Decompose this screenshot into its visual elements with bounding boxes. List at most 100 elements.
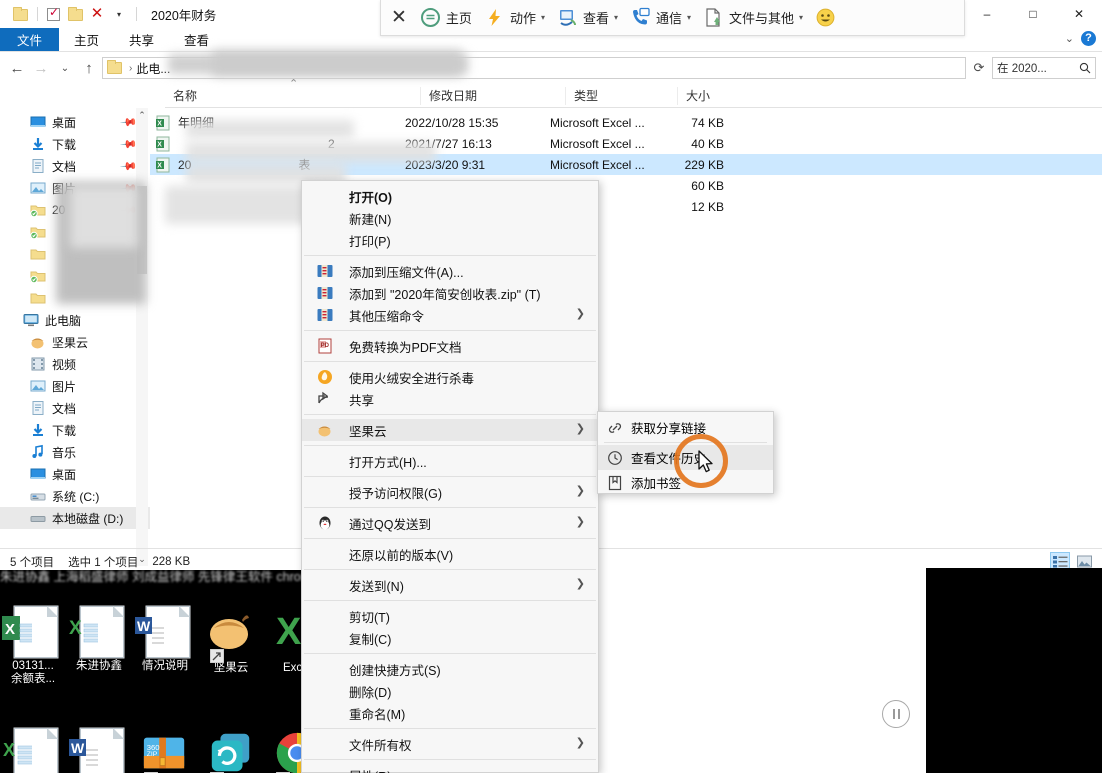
- sidebar-item-folder-1[interactable]: [0, 243, 150, 265]
- submenu-item-get-share-link[interactable]: 获取分享链接: [598, 415, 773, 440]
- nav-pane-scrollbar[interactable]: ⌃ ⌄: [136, 108, 148, 566]
- menu-item-rename[interactable]: 重命名(M): [302, 702, 598, 724]
- chevron-down-icon[interactable]: ▾: [799, 13, 803, 22]
- menu-item-copy[interactable]: 复制(C): [302, 627, 598, 649]
- menu-item-convert-to-pdf[interactable]: PD 免费转换为PDF文档: [302, 335, 598, 357]
- sidebar-item-pictures-2[interactable]: 图片: [0, 375, 150, 397]
- sidebar-item-this-pc[interactable]: 此电脑: [0, 309, 150, 331]
- breadcrumb-segment[interactable]: 此电...: [136, 60, 170, 77]
- breadcrumb[interactable]: › 此电...: [102, 57, 966, 79]
- sidebar-item-pictures[interactable]: 图片 📌: [0, 177, 150, 199]
- tab-file[interactable]: 文件: [0, 28, 60, 51]
- folder-icon: [30, 290, 46, 306]
- table-row[interactable]: X 年明细 2022/10/28 15:35 Microsoft Excel .…: [150, 112, 1102, 133]
- toolbar-files-button[interactable]: 文件与其他 ▾: [698, 5, 808, 31]
- column-header-date[interactable]: 修改日期: [420, 86, 565, 105]
- sidebar-item-nutstore[interactable]: 坚果云: [0, 331, 150, 353]
- folder-icon[interactable]: [65, 4, 85, 24]
- sidebar-item-downloads-2[interactable]: 下载: [0, 419, 150, 441]
- pause-button[interactable]: [882, 700, 910, 728]
- sidebar-item-desktop[interactable]: 桌面 📌: [0, 111, 150, 133]
- recent-locations-icon[interactable]: ⌄: [54, 63, 76, 74]
- chevron-down-icon[interactable]: ▾: [614, 13, 618, 22]
- table-row[interactable]: Excel ... 12 KB: [150, 196, 1102, 217]
- menu-item-restore-previous-versions[interactable]: 还原以前的版本(V): [302, 543, 598, 565]
- help-icon[interactable]: ?: [1081, 31, 1096, 46]
- back-button[interactable]: ←: [6, 60, 28, 77]
- checkbox-icon[interactable]: [43, 4, 63, 24]
- collapse-ribbon-icon[interactable]: ⌄: [1065, 32, 1074, 45]
- toolbar-home-button[interactable]: 主页: [415, 5, 477, 31]
- sidebar-item-drive-d[interactable]: 本地磁盘 (D:): [0, 507, 150, 529]
- menu-item-add-to-archive[interactable]: 添加到压缩文件(A)...: [302, 260, 598, 282]
- toolbar-communication-button[interactable]: 通信 ▾: [625, 5, 696, 31]
- menu-item-grant-access[interactable]: 授予访问权限(G) ❯: [302, 481, 598, 503]
- search-input[interactable]: 在 2020...: [992, 57, 1096, 79]
- tab-share[interactable]: 共享: [114, 28, 169, 51]
- minimize-button[interactable]: –: [964, 0, 1010, 28]
- menu-item-send-to[interactable]: 发送到(N) ❯: [302, 574, 598, 596]
- menu-item-nutstore[interactable]: 坚果云 ❯: [302, 419, 598, 441]
- desktop-icon-backup[interactable]: 轻松备份专业: [198, 722, 264, 773]
- desktop-icon-excel-1[interactable]: X 03131... 余额表...: [0, 600, 66, 686]
- menu-item-delete[interactable]: 删除(D): [302, 680, 598, 702]
- menu-separator: [304, 476, 596, 477]
- menu-item-open[interactable]: 打开(O): [302, 185, 598, 207]
- sidebar-item-folder-sync-1[interactable]: 20 📌: [0, 199, 150, 221]
- desktop-icon-360zip[interactable]: 360 ZIP 360压缩: [132, 722, 198, 773]
- sidebar-item-music[interactable]: 音乐: [0, 441, 150, 463]
- desktop-icon-word-2[interactable]: W 2020.1-6月: [66, 722, 132, 773]
- menu-item-huorong-scan[interactable]: 使用火绒安全进行杀毒: [302, 366, 598, 388]
- chevron-down-icon[interactable]: ▾: [109, 4, 129, 24]
- sidebar-item-folder-sync-2[interactable]: [0, 221, 150, 243]
- tab-home[interactable]: 主页: [59, 28, 114, 51]
- menu-item-new[interactable]: 新建(N): [302, 207, 598, 229]
- desktop-icon-nutstore[interactable]: 坚果云: [198, 600, 264, 686]
- menu-item-properties[interactable]: 属性(R): [302, 764, 598, 773]
- maximize-button[interactable]: □: [1010, 0, 1056, 28]
- file-size: 12 KB: [691, 199, 724, 214]
- menu-item-create-shortcut[interactable]: 创建快捷方式(S): [302, 658, 598, 680]
- desktop-icon-word-1[interactable]: W 情况说明: [132, 600, 198, 686]
- menu-item-share[interactable]: 共享: [302, 388, 598, 410]
- toolbar-emoji-button[interactable]: [810, 5, 842, 31]
- desktop-icon-excel-2[interactable]: X 朱进协鑫: [66, 600, 132, 686]
- table-row[interactable]: X 2 2021/7/27 16:13 Microsoft Excel ... …: [150, 133, 1102, 154]
- column-header-type[interactable]: 类型: [565, 86, 677, 105]
- sidebar-item-drive-c[interactable]: 系统 (C:): [0, 485, 150, 507]
- close-toolbar-icon[interactable]: ✕: [391, 6, 407, 29]
- sidebar-item-videos[interactable]: 视频: [0, 353, 150, 375]
- folder-icon[interactable]: [10, 4, 30, 24]
- table-row[interactable]: Excel ... 60 KB: [150, 175, 1102, 196]
- refresh-button[interactable]: ⟳: [968, 60, 990, 76]
- chevron-down-icon[interactable]: ▾: [541, 13, 545, 22]
- sidebar-item-desktop-2[interactable]: 桌面: [0, 463, 150, 485]
- sidebar-item-folder-2[interactable]: [0, 287, 150, 309]
- toolbar-view-button[interactable]: 查看 ▾: [552, 5, 623, 31]
- menu-item-cut[interactable]: 剪切(T): [302, 605, 598, 627]
- menu-item-open-with[interactable]: 打开方式(H)...: [302, 450, 598, 472]
- menu-item-other-archive-commands[interactable]: 其他压缩命令 ❯: [302, 304, 598, 326]
- menu-item-label: 文件所有权: [349, 738, 412, 753]
- scroll-up-icon[interactable]: ⌃: [136, 108, 148, 122]
- desktop-icon-excel-3[interactable]: X Hsbgb: [0, 722, 66, 773]
- menu-item-send-via-qq[interactable]: 通过QQ发送到 ❯: [302, 512, 598, 534]
- svg-text:W: W: [137, 618, 151, 634]
- menu-item-add-to-named-zip[interactable]: 添加到 "2020年简安创收表.zip" (T): [302, 282, 598, 304]
- sidebar-item-documents[interactable]: 文档 📌: [0, 155, 150, 177]
- sidebar-item-folder-sync-3[interactable]: [0, 265, 150, 287]
- scrollbar-thumb[interactable]: [137, 186, 147, 274]
- sidebar-item-documents-2[interactable]: 文档: [0, 397, 150, 419]
- menu-item-print[interactable]: 打印(P): [302, 229, 598, 251]
- table-row[interactable]: X 20 表 2023/3/20 9:31 Microsoft Excel ..…: [150, 154, 1102, 175]
- tab-view[interactable]: 查看: [169, 28, 224, 51]
- close-button[interactable]: ✕: [1056, 0, 1102, 28]
- sidebar-item-downloads[interactable]: 下载 📌: [0, 133, 150, 155]
- forward-button[interactable]: →: [30, 60, 52, 77]
- chevron-down-icon[interactable]: ▾: [687, 13, 691, 22]
- menu-item-file-ownership[interactable]: 文件所有权 ❯: [302, 733, 598, 755]
- column-header-size[interactable]: 大小: [677, 86, 749, 105]
- toolbar-actions-button[interactable]: 动作 ▾: [479, 5, 550, 31]
- up-button[interactable]: ↑: [78, 60, 100, 77]
- close-x-icon[interactable]: ✕: [87, 4, 107, 24]
